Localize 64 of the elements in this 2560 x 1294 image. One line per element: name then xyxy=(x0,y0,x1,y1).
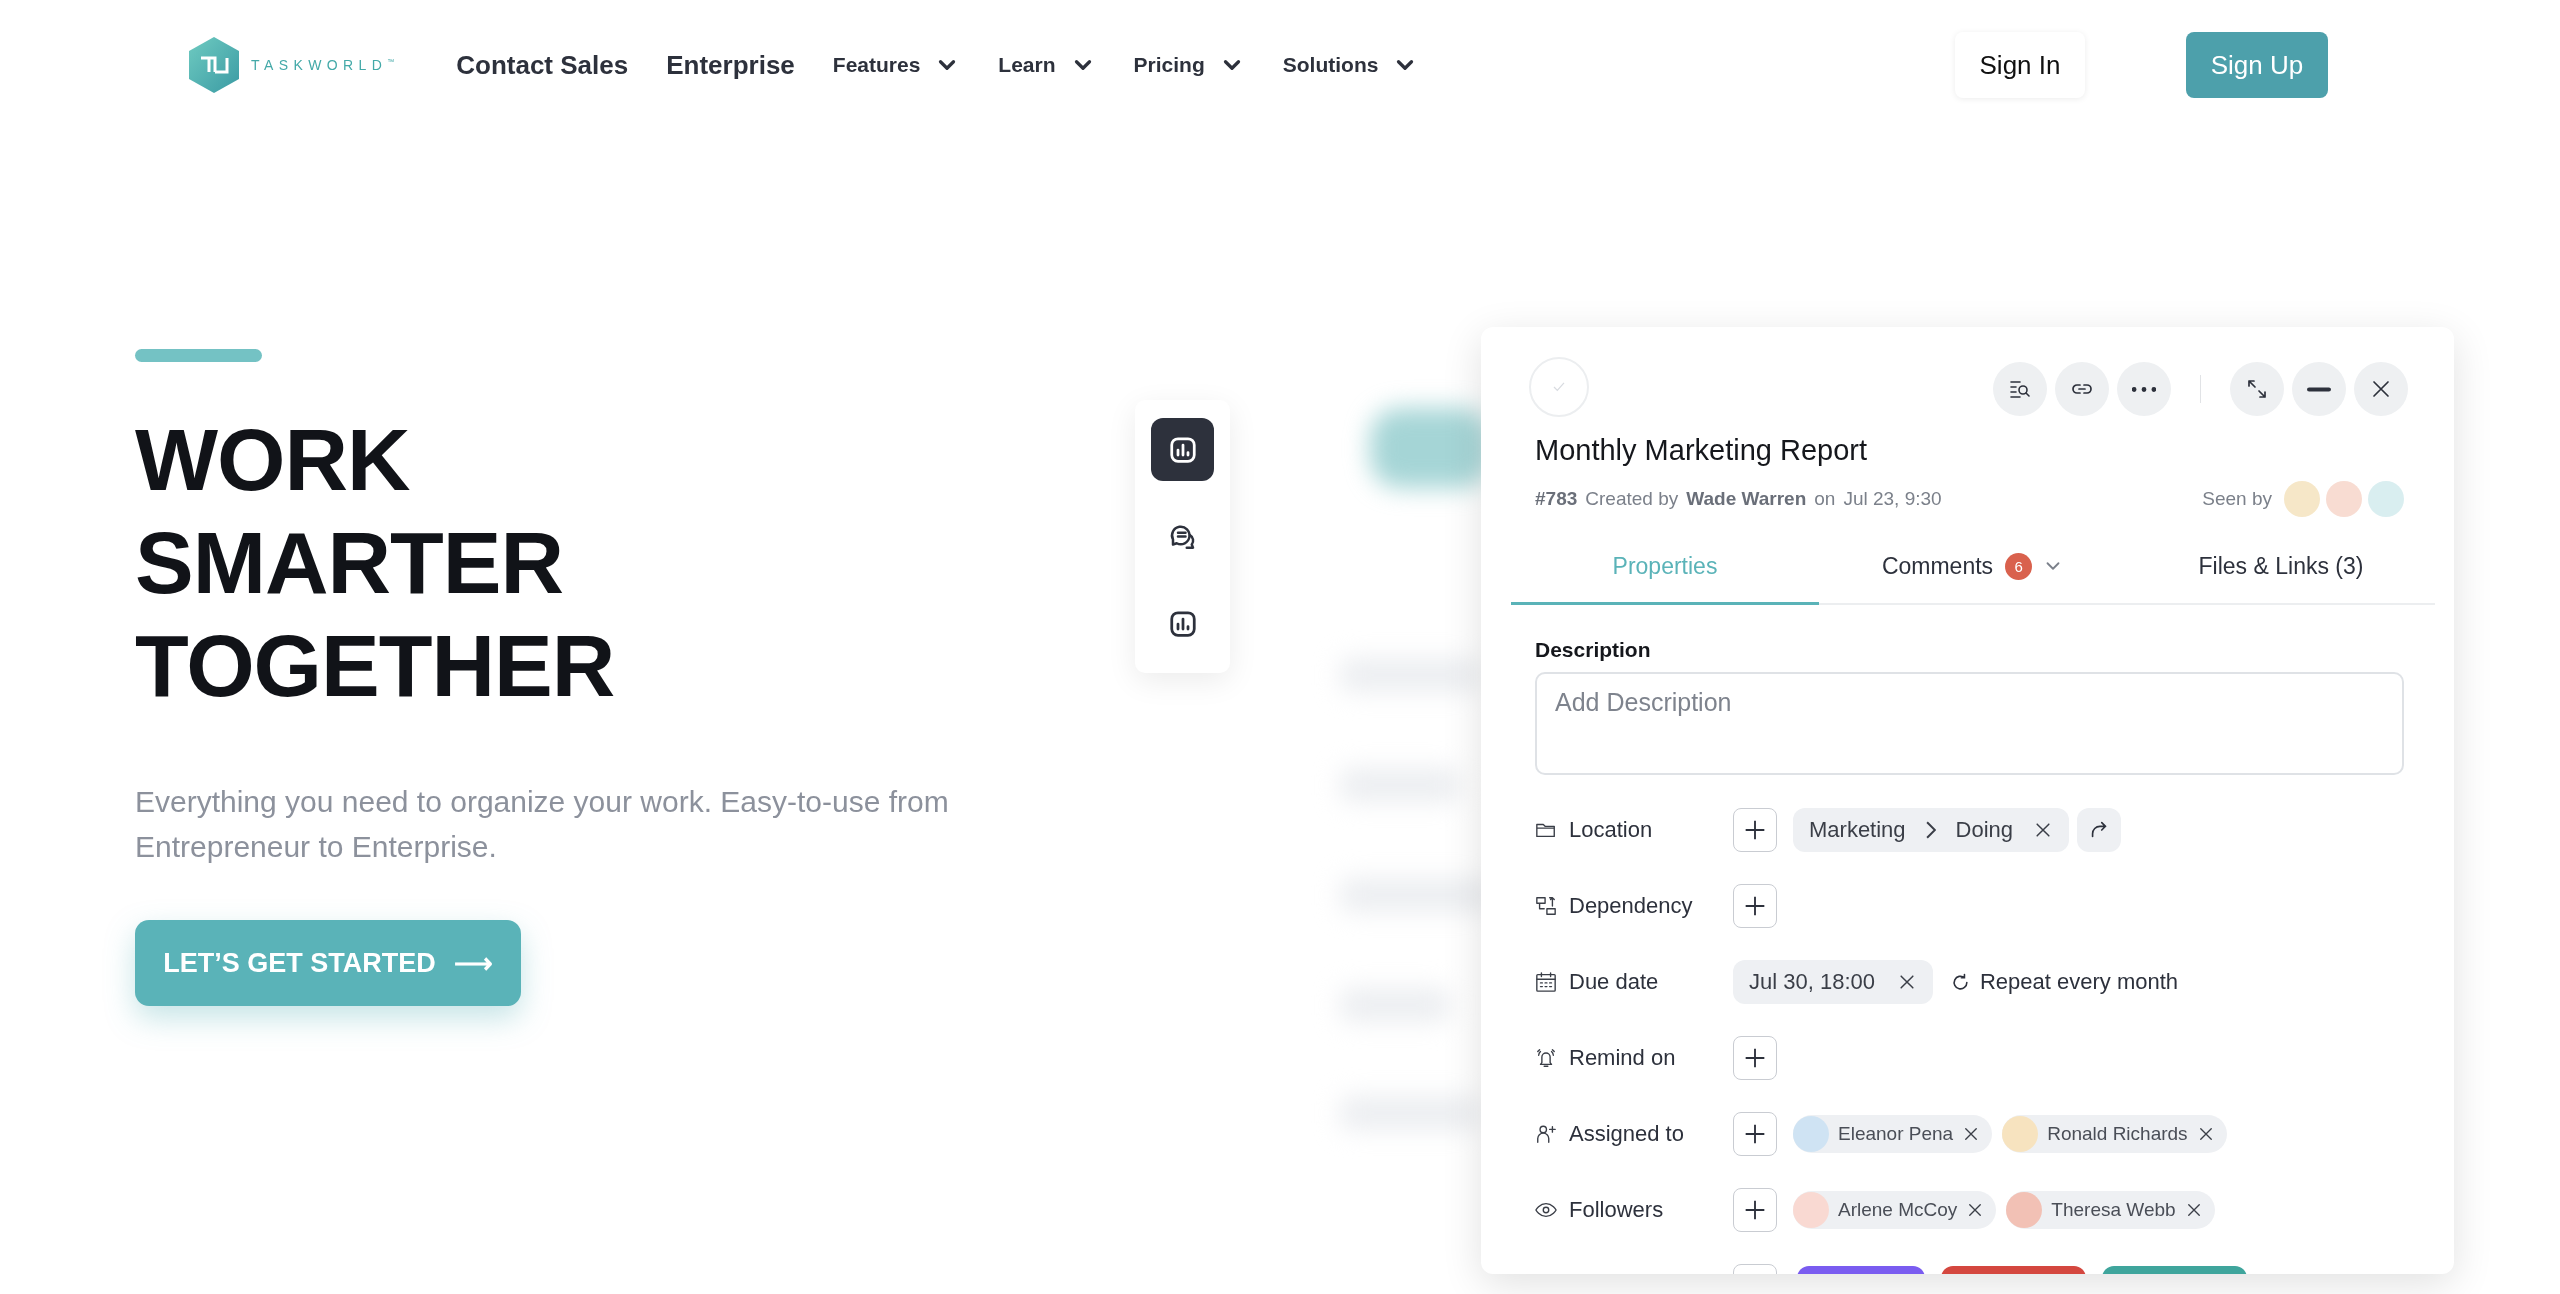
meta-label: Created by xyxy=(1585,488,1679,510)
repeat-text[interactable]: Repeat every month xyxy=(1980,969,2179,995)
location-part: Marketing xyxy=(1809,817,1906,843)
toolbar-button[interactable] xyxy=(1151,418,1214,481)
move-button[interactable] xyxy=(2077,808,2122,852)
tab[interactable]: Files & Links (3) xyxy=(2127,530,2435,605)
nav-link[interactable]: Learn xyxy=(998,52,1096,78)
meta-label: on xyxy=(1814,488,1836,510)
person-name: Eleanor Pena xyxy=(1838,1123,1954,1145)
nav-link[interactable]: Pricing xyxy=(1133,52,1245,78)
description-label: Description xyxy=(1535,637,1652,663)
created-date: Jul 23, 9:30 xyxy=(1843,488,1942,510)
sign-in-button[interactable]: Sign In xyxy=(1955,32,2085,98)
bar-chart-icon xyxy=(1167,608,1198,639)
property-label: Due date xyxy=(1569,969,1659,995)
alarm-bell-icon xyxy=(1535,1047,1557,1069)
person-chip[interactable]: Eleanor Pena xyxy=(1793,1115,1993,1153)
person-chip[interactable]: Theresa Webb xyxy=(2006,1191,2215,1229)
person-name: Theresa Webb xyxy=(2051,1199,2176,1221)
property-label: Location xyxy=(1569,817,1653,843)
nav-link[interactable]: Enterprise xyxy=(666,49,795,81)
property-label: Followers xyxy=(1569,1197,1664,1223)
headline-line: SMARTER xyxy=(135,512,564,614)
expand-arrows-icon xyxy=(2245,377,2269,401)
calendar-icon xyxy=(1535,971,1557,993)
add-button[interactable] xyxy=(1733,1036,1777,1080)
add-button[interactable] xyxy=(1733,1112,1777,1156)
due-date: Jul 30, 18:00 xyxy=(1749,969,1875,995)
property-label: Assigned to xyxy=(1569,1121,1684,1147)
person-name: Arlene McCoy xyxy=(1838,1199,1958,1221)
nav-link[interactable]: Features xyxy=(832,52,961,78)
person-name: Ronald Richards xyxy=(2047,1123,2188,1145)
nav-link[interactable]: Solutions xyxy=(1282,52,1419,78)
dependency-icon xyxy=(1535,895,1557,917)
count-badge: 6 xyxy=(2005,552,2033,580)
author-name[interactable]: Wade Warren xyxy=(1686,488,1807,510)
property-label: Dependency xyxy=(1569,893,1693,919)
person-plus-icon xyxy=(1535,1123,1557,1145)
headline-line: WORK xyxy=(135,409,410,511)
person-chip[interactable]: Arlene McCoy xyxy=(1793,1191,1997,1229)
repeat-icon xyxy=(1951,972,1970,992)
chevron-right-icon xyxy=(1925,821,1936,839)
add-button[interactable] xyxy=(1733,808,1777,852)
task-number: #783 xyxy=(1535,488,1578,510)
more-icon xyxy=(2132,386,2156,392)
bar-chart-icon xyxy=(1167,434,1198,465)
task-title: Monthly Marketing Report xyxy=(1535,433,1869,468)
add-button[interactable] xyxy=(1733,884,1777,928)
add-button[interactable] xyxy=(1733,1188,1777,1232)
property-label: Remind on xyxy=(1569,1045,1676,1071)
seen-by-label: Seen by xyxy=(2202,488,2272,510)
description-field[interactable]: Add Description xyxy=(1535,672,2404,775)
nav-link[interactable]: Contact Sales xyxy=(456,49,629,81)
headline-line: TOGETHER xyxy=(135,615,615,717)
minimize-icon xyxy=(2307,386,2331,392)
hero-subtitle: Everything you need to organize your work. Easy-to-use from Entrepreneur to Enterprise. xyxy=(135,784,950,865)
icon-button[interactable] xyxy=(1993,362,2047,416)
complete-checkbox[interactable] xyxy=(1529,357,1589,417)
due-date-chip[interactable]: Jul 30, 18:00 xyxy=(1733,960,1933,1004)
hexagon-logo-icon[interactable] xyxy=(187,36,241,94)
person-chip[interactable]: Ronald Richards xyxy=(2002,1115,2227,1153)
tab[interactable]: Comments 6 xyxy=(1819,530,2127,605)
location-chip[interactable]: Marketing Doing xyxy=(1793,808,2070,852)
location-part: Doing xyxy=(1955,817,2014,843)
